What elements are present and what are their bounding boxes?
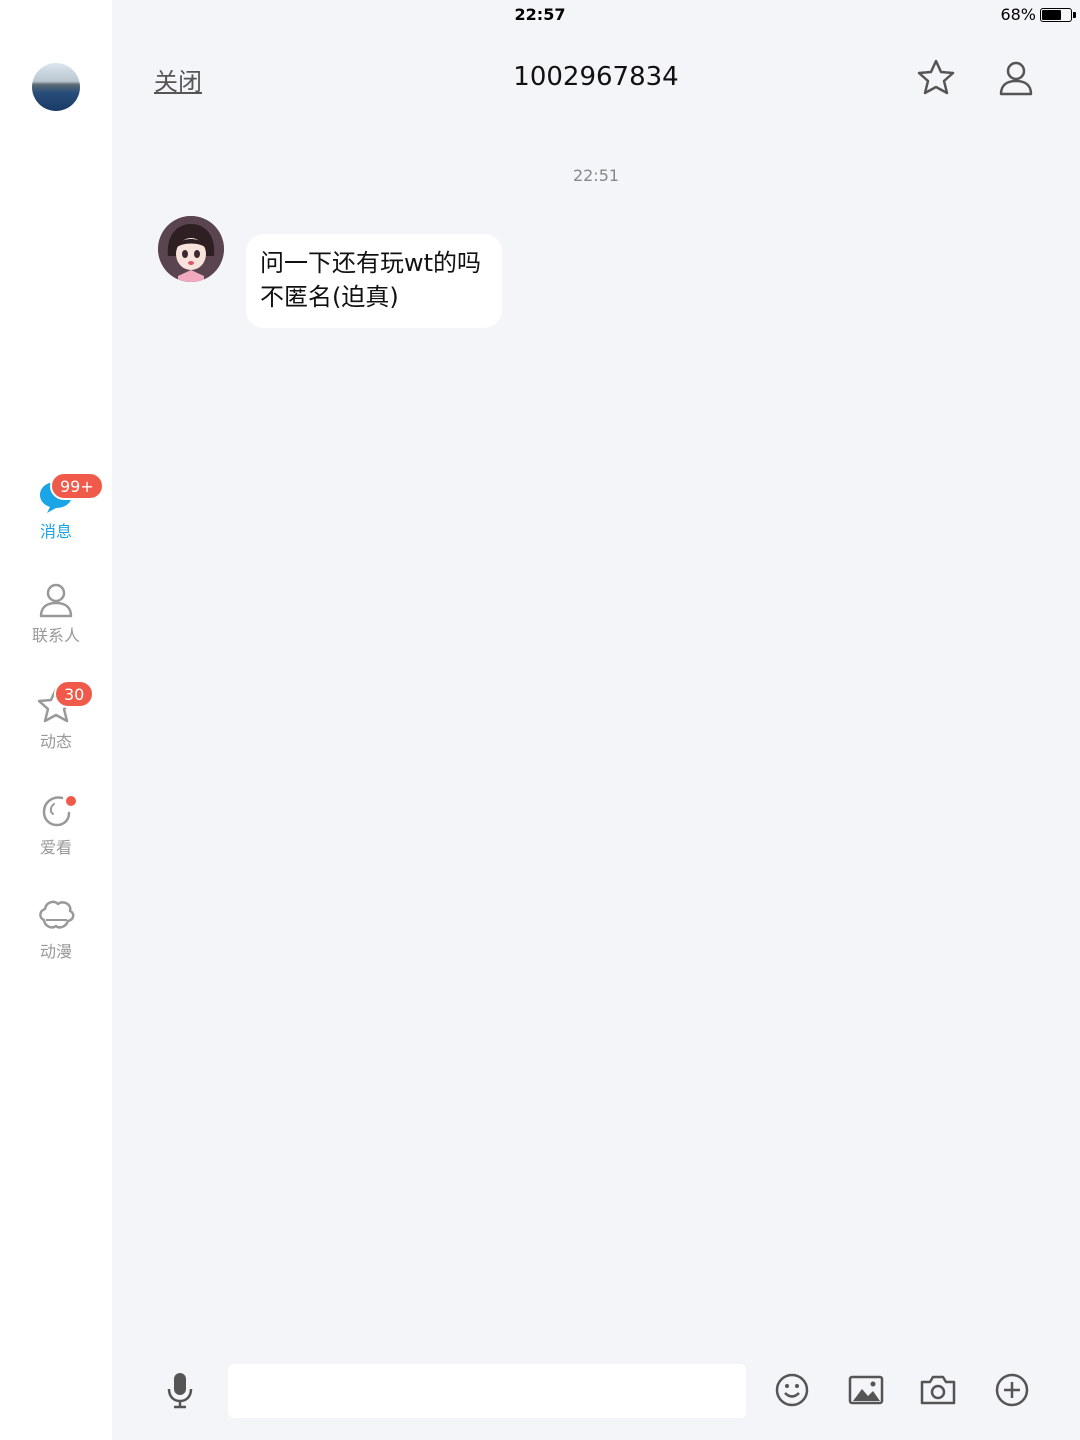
sidebar: 99+ 消息 联系人 30 动态 爱看 动漫 <box>0 0 112 1440</box>
sidebar-item-label: 爱看 <box>39 838 72 857</box>
sidebar-item-contacts[interactable]: 联系人 <box>0 580 112 646</box>
chat-panel: 关闭 1002967834 22:51 问一下还有玩wt的吗 不匿名(迫真) <box>112 30 1080 1440</box>
anime-icon <box>36 896 76 936</box>
sidebar-item-anime[interactable]: 动漫 <box>0 896 112 962</box>
watch-dot <box>66 796 76 806</box>
sidebar-item-messages[interactable]: 99+ 消息 <box>0 472 112 542</box>
status-time: 22:57 <box>514 5 566 24</box>
sender-avatar[interactable] <box>158 216 224 282</box>
battery-icon <box>1040 7 1076 22</box>
profile-icon[interactable] <box>996 58 1036 98</box>
message-bubble[interactable]: 问一下还有玩wt的吗 不匿名(迫真) <box>246 234 502 328</box>
moments-badge: 30 <box>54 680 95 708</box>
status-right: 68% <box>1000 5 1076 24</box>
message-input[interactable] <box>228 1364 746 1418</box>
sidebar-item-watch[interactable]: 爱看 <box>0 792 112 858</box>
emoji-icon[interactable] <box>772 1370 812 1410</box>
sidebar-item-label: 动漫 <box>39 942 72 961</box>
sidebar-item-label: 联系人 <box>31 626 80 645</box>
sidebar-item-label: 动态 <box>39 732 72 751</box>
chat-header: 关闭 1002967834 <box>112 50 1080 106</box>
avatar[interactable] <box>32 63 80 111</box>
input-bar <box>112 1352 1080 1428</box>
sidebar-item-label: 消息 <box>39 522 72 541</box>
watch-icon <box>36 792 76 832</box>
plus-icon[interactable] <box>992 1370 1032 1410</box>
message-line: 不匿名(迫真) <box>260 283 399 311</box>
favorite-star-icon[interactable] <box>916 58 956 98</box>
camera-icon[interactable] <box>918 1370 958 1410</box>
battery-fill <box>1042 9 1062 20</box>
battery-percent: 68% <box>1000 5 1036 24</box>
status-bar: iPad 22:57 68% <box>0 0 1080 30</box>
image-icon[interactable] <box>846 1370 886 1410</box>
star-icon: 30 <box>36 680 95 726</box>
message-timestamp: 22:51 <box>572 166 620 185</box>
chat-bubble-icon: 99+ <box>36 472 104 516</box>
sidebar-item-moments[interactable]: 30 动态 <box>0 680 112 752</box>
message-line: 问一下还有玩wt的吗 <box>260 249 482 277</box>
messages-badge: 99+ <box>50 472 104 500</box>
microphone-icon[interactable] <box>160 1370 200 1410</box>
person-icon <box>36 580 76 620</box>
